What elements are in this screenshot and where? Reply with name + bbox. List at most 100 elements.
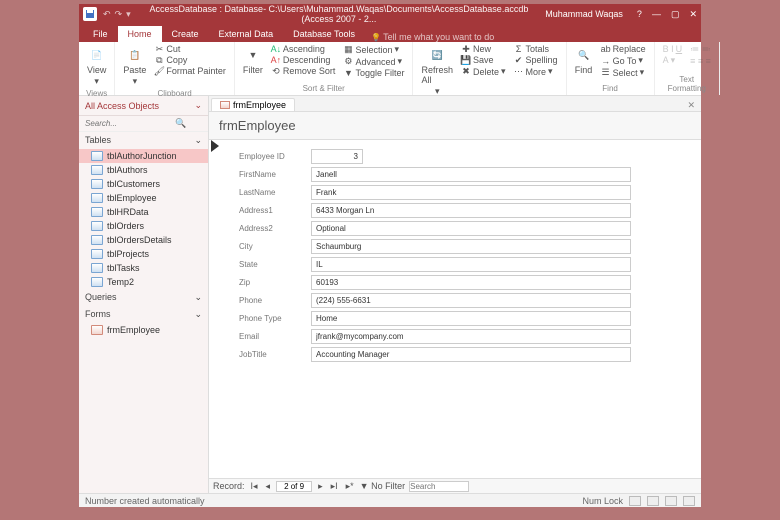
filter-indicator[interactable]: ▼ No Filter xyxy=(360,481,405,491)
descending-button[interactable]: A↑Descending xyxy=(269,55,338,65)
remove-sort-button[interactable]: ⟲Remove Sort xyxy=(269,66,338,76)
paste-button[interactable]: 📋Paste▾ xyxy=(121,44,148,89)
nav-table-tblprojects[interactable]: tblProjects xyxy=(79,247,208,261)
record-search[interactable] xyxy=(409,481,469,492)
tab-create[interactable]: Create xyxy=(162,26,209,42)
recnav-label: Record: xyxy=(213,481,245,491)
cut-button[interactable]: ✂Cut xyxy=(152,44,228,54)
ribbon-tabs: File Home Create External Data Database … xyxy=(79,24,701,42)
field-zip[interactable] xyxy=(311,275,631,290)
document-tabs: frmEmployee ✕ xyxy=(209,96,701,112)
find-button[interactable]: 🔍Find xyxy=(573,44,595,77)
field-city[interactable] xyxy=(311,239,631,254)
label-address1: Address1 xyxy=(221,206,311,215)
tell-me[interactable]: 💡 Tell me what you want to do xyxy=(371,32,494,42)
field-state[interactable] xyxy=(311,257,631,272)
nav-table-tblemployee[interactable]: tblEmployee xyxy=(79,191,208,205)
nav-group-tables[interactable]: Tables⌄ xyxy=(79,132,208,149)
field-phone-type[interactable] xyxy=(311,311,631,326)
nav-table-temp2[interactable]: Temp2 xyxy=(79,275,208,289)
field-lastname[interactable] xyxy=(311,185,631,200)
nav-search-input[interactable] xyxy=(85,119,175,128)
view-form-button[interactable] xyxy=(629,496,641,506)
selection-button[interactable]: ▦Selection ▾ xyxy=(341,44,406,55)
field-address1[interactable] xyxy=(311,203,631,218)
replace-button[interactable]: abReplace xyxy=(599,44,648,54)
goto-button[interactable]: →Go To ▾ xyxy=(599,55,648,66)
nav-table-tblauthors[interactable]: tblAuthors xyxy=(79,163,208,177)
view-layout-button[interactable] xyxy=(665,496,677,506)
field-firstname[interactable] xyxy=(311,167,631,182)
doc-tab-frmemployee[interactable]: frmEmployee xyxy=(211,98,295,111)
content: All Access Objects⌄ 🔍 Tables⌄ tblAuthorJ… xyxy=(79,96,701,493)
undo-icon[interactable]: ↶ xyxy=(103,9,111,20)
bullets-button[interactable]: ≔ ≕ xyxy=(688,44,713,55)
last-record-button[interactable]: ▸I xyxy=(329,481,340,492)
nav-form-frmemployee[interactable]: frmEmployee xyxy=(79,323,208,337)
field-employee-id[interactable] xyxy=(311,149,363,164)
format-painter-button[interactable]: 🖌Format Painter xyxy=(152,66,228,76)
view-datasheet-button[interactable] xyxy=(647,496,659,506)
refresh-all-button[interactable]: 🔄Refresh All▾ xyxy=(419,44,455,99)
maximize-icon[interactable]: ▢ xyxy=(671,9,680,20)
record-position[interactable] xyxy=(276,481,312,492)
prev-record-button[interactable]: ◂ xyxy=(264,481,273,492)
tab-database-tools[interactable]: Database Tools xyxy=(283,26,365,42)
new-button[interactable]: ✚New xyxy=(459,44,508,54)
tab-home[interactable]: Home xyxy=(118,26,162,42)
save-record-button[interactable]: 💾Save xyxy=(459,55,508,65)
advanced-button[interactable]: ⚙Advanced ▾ xyxy=(341,56,406,67)
nav-table-tblhrdata[interactable]: tblHRData xyxy=(79,205,208,219)
nav-table-tblordersdetails[interactable]: tblOrdersDetails xyxy=(79,233,208,247)
toggle-filter-button[interactable]: ▼Toggle Filter xyxy=(341,68,406,78)
tab-file[interactable]: File xyxy=(83,26,118,42)
copy-button[interactable]: ⧉Copy xyxy=(152,55,228,65)
field-address2[interactable] xyxy=(311,221,631,236)
help-icon[interactable]: ? xyxy=(637,9,642,20)
first-record-button[interactable]: I◂ xyxy=(249,481,260,492)
redo-icon[interactable]: ↷ xyxy=(115,9,123,20)
view-design-button[interactable] xyxy=(683,496,695,506)
new-record-button[interactable]: ▸* xyxy=(344,481,356,492)
form-icon xyxy=(91,325,103,335)
table-icon xyxy=(91,235,103,245)
nav-header[interactable]: All Access Objects⌄ xyxy=(79,96,208,116)
delete-button[interactable]: ✖Delete ▾ xyxy=(459,66,508,77)
bold-button[interactable]: B I U xyxy=(661,44,685,54)
nav-table-tblorders[interactable]: tblOrders xyxy=(79,219,208,233)
label-firstname: FirstName xyxy=(221,170,311,179)
chevron-down-icon[interactable]: ⌄ xyxy=(194,100,202,111)
form-view: frmEmployee Employee ID FirstName LastNa… xyxy=(209,112,701,478)
tab-external-data[interactable]: External Data xyxy=(209,26,284,42)
nav-table-tblauthorjunction[interactable]: tblAuthorJunction xyxy=(79,149,208,163)
save-icon[interactable] xyxy=(83,7,97,21)
select-button[interactable]: ☰Select ▾ xyxy=(599,67,648,78)
nav-group-queries[interactable]: Queries⌄ xyxy=(79,289,208,306)
window-title: AccessDatabase : Database- C:\Users\Muha… xyxy=(141,4,538,24)
minimize-icon[interactable]: ― xyxy=(652,9,661,20)
more-button[interactable]: ⋯More ▾ xyxy=(512,66,560,77)
nav-table-tblcustomers[interactable]: tblCustomers xyxy=(79,177,208,191)
view-button[interactable]: 📄View▾ xyxy=(85,44,108,89)
record-selector-icon[interactable] xyxy=(211,140,219,152)
search-icon[interactable]: 🔍 xyxy=(175,118,186,129)
group-sort-filter: ▼Filter A↓Ascending A↑Descending ⟲Remove… xyxy=(235,42,414,95)
nav-group-forms[interactable]: Forms⌄ xyxy=(79,306,208,323)
field-email[interactable] xyxy=(311,329,631,344)
close-icon[interactable]: ✕ xyxy=(689,9,697,20)
qat-more-icon[interactable]: ▾ xyxy=(126,9,131,20)
app-window: ↶ ↷▾ AccessDatabase : Database- C:\Users\… xyxy=(79,4,701,507)
nav-table-tbltasks[interactable]: tblTasks xyxy=(79,261,208,275)
align-button[interactable]: ≡ ≡ ≡ xyxy=(688,56,713,66)
titlebar: ↶ ↷▾ AccessDatabase : Database- C:\Users\… xyxy=(79,4,701,24)
field-jobtitle[interactable] xyxy=(311,347,631,362)
field-phone[interactable] xyxy=(311,293,631,308)
next-record-button[interactable]: ▸ xyxy=(316,481,325,492)
table-icon xyxy=(91,179,103,189)
spelling-button[interactable]: ✔Spelling xyxy=(512,55,560,65)
filter-button[interactable]: ▼Filter xyxy=(241,44,265,77)
font-color-button[interactable]: A ▾ xyxy=(661,55,685,66)
close-tab-icon[interactable]: ✕ xyxy=(687,100,695,111)
ascending-button[interactable]: A↓Ascending xyxy=(269,44,338,54)
totals-button[interactable]: ΣTotals xyxy=(512,44,560,54)
